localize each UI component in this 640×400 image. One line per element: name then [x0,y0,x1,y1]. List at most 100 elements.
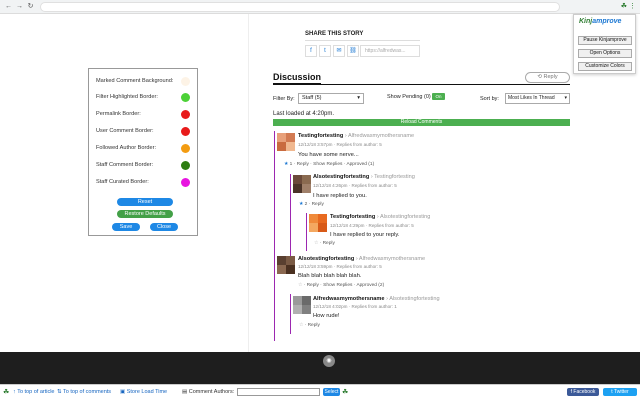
select-button[interactable]: Select [323,388,340,396]
parent-author[interactable]: Alfredwasmymothersname [348,133,414,139]
link-icon[interactable]: ⛓ [347,45,359,57]
kinjamprove-logo: Kinjamprove [579,18,621,25]
setting-label: Filter Highlighted Border: [96,94,158,100]
comment-author[interactable]: Alfredwasmymothersname › Alsotestingfort… [313,296,440,302]
filter-value: Staff (5) [302,95,322,101]
chevron-down-icon: ▾ [357,95,360,101]
share-icons: f t ✉ ⛓ [305,45,359,57]
author-name[interactable]: Alfredwasmymothersname [313,296,385,302]
save-button[interactable]: Save [112,223,140,231]
kinjamprove-logo-icon: ☘ [342,389,349,396]
comment-action-text[interactable]: · Reply [320,241,335,246]
forward-icon[interactable]: → [15,2,24,11]
button-label: Facebook [573,389,596,395]
parent-author[interactable]: Testingfortesting [374,174,415,180]
open-options-button[interactable]: Open Options [578,49,632,58]
address-bar[interactable] [40,2,560,12]
rss-icon[interactable]: ◉ [323,355,335,367]
comment-meta: 12/12/18 3:57pm · Replies from author: 5 [298,142,382,147]
color-swatch[interactable] [181,93,190,102]
restore-defaults-button[interactable]: Restore Defaults [117,210,173,218]
comment-author[interactable]: Alsotestingfortesting › Alfredwasmymothe… [298,256,425,262]
star-icon[interactable]: ☆ [314,241,318,246]
reload-icon[interactable]: ↻ [26,2,35,11]
comment-meta: 12/12/18 3:59pm · Replies from author: 5 [298,264,382,269]
link-label: Store Load Time [126,389,168,395]
thread-border [274,131,275,341]
reply-button[interactable]: ⟲ Reply [525,72,570,83]
comment-action-text[interactable]: · Reply · Show Replies · Approved (2) [304,283,385,288]
star-icon[interactable]: ☆ [299,323,303,328]
comment-author[interactable]: Testingfortesting › Alsotestingfortestin… [330,214,430,220]
authors-icon: ▤ [182,389,189,395]
author-name[interactable]: Testingfortesting [298,133,343,139]
extension-icon[interactable]: ☘ ⋮ [621,2,636,10]
comment-authors-input[interactable] [237,388,320,396]
reset-button[interactable]: Reset [117,198,173,206]
color-swatch[interactable] [181,127,190,136]
setting-staff-border: Staff Comment Border: [96,160,194,170]
comment-actions: ☆ · Reply [314,241,335,246]
comment-action-text[interactable]: 2 · Reply [305,202,324,207]
share-divider [305,40,420,41]
kinjamprove-logo-icon: ☘ [3,389,10,396]
kinjamprove-toolbar: ☘ ↑ To top of article ⇅ To top of commen… [0,384,640,400]
parent-author[interactable]: Alfredwasmymothersname [359,256,425,262]
filter-select[interactable]: Staff (5) ▾ [298,93,364,104]
comment-action-text[interactable]: · Reply [305,323,320,328]
star-icon[interactable]: ★ [299,202,303,207]
avatar [309,214,327,232]
to-top-of-article-link[interactable]: ↑ To top of article [13,389,54,395]
back-icon[interactable]: ← [4,2,13,11]
share-title: SHARE THIS STORY [305,31,364,37]
comment-action-text[interactable]: 1 · Reply · Show Replies · Approved (1) [290,162,375,167]
setting-user-border: User Comment Border: [96,126,194,136]
author-name[interactable]: Alsotestingfortesting [298,256,354,262]
parent-author[interactable]: Alsotestingfortesting [389,296,439,302]
color-swatch[interactable] [181,77,190,86]
parent-author[interactable]: Alsotestingfortesting [380,214,430,220]
sort-value: Most Likes In Thread [508,95,555,101]
star-icon[interactable]: ★ [284,162,288,167]
twitter-share-button[interactable]: t Twitter [603,388,637,396]
setting-label: Followed Author Border: [96,145,157,151]
setting-marked-background: Marked Comment Background: [96,76,194,86]
column-divider [248,14,249,352]
sort-select[interactable]: Most Likes In Thread ▾ [505,93,570,104]
link-label: To top of article [17,389,55,395]
logo-text: Kinj [579,18,593,25]
color-settings-panel: Marked Comment Background: Filter Highli… [88,68,198,236]
close-button[interactable]: Close [150,223,178,231]
comment-actions: ★ 2 · Reply [299,202,324,207]
last-loaded-text: Last loaded at 4:20pm. [273,111,335,117]
store-load-time-link[interactable]: ▣ Store Load Time [120,389,167,395]
color-swatch[interactable] [181,178,190,187]
pending-toggle[interactable]: On [432,93,445,100]
chevron-down-icon: ▾ [564,95,567,101]
comment-author[interactable]: Testingfortesting › Alfredwasmymothersna… [298,133,414,139]
color-swatch[interactable] [181,161,190,170]
comment-author[interactable]: Alsotestingfortesting › Testingfortestin… [313,174,415,180]
customize-colors-button[interactable]: Customize Colors [578,62,632,71]
browser-toolbar: ← → ↻ ☘ ⋮ [0,0,640,14]
color-swatch[interactable] [181,110,190,119]
share-url-field[interactable]: https://alfredwas... [360,45,420,57]
comment-meta: 12/12/18 4:02pm · Replies from author: 1 [313,304,397,309]
twitter-icon[interactable]: t [319,45,331,57]
comment-body: I have replied to your reply. [330,232,400,238]
comment-body: I have replied to you. [313,193,367,199]
author-name[interactable]: Alsotestingfortesting [313,174,369,180]
facebook-icon[interactable]: f [305,45,317,57]
star-icon[interactable]: ☆ [298,283,302,288]
to-top-of-comments-link[interactable]: ⇅ To top of comments [57,389,111,395]
setting-permalink-border: Permalink Border: [96,109,194,119]
reload-comments-button[interactable]: Reload Comments [273,119,570,126]
color-swatch[interactable] [181,144,190,153]
author-name[interactable]: Testingfortesting [330,214,375,220]
email-icon[interactable]: ✉ [333,45,345,57]
facebook-share-button[interactable]: f Facebook [567,388,599,396]
avatar [293,175,311,193]
button-label: Twitter [613,389,629,395]
label-text: Comment Authors: [188,389,235,395]
pause-kinjamprove-button[interactable]: Pause Kinjamprove [578,36,632,45]
